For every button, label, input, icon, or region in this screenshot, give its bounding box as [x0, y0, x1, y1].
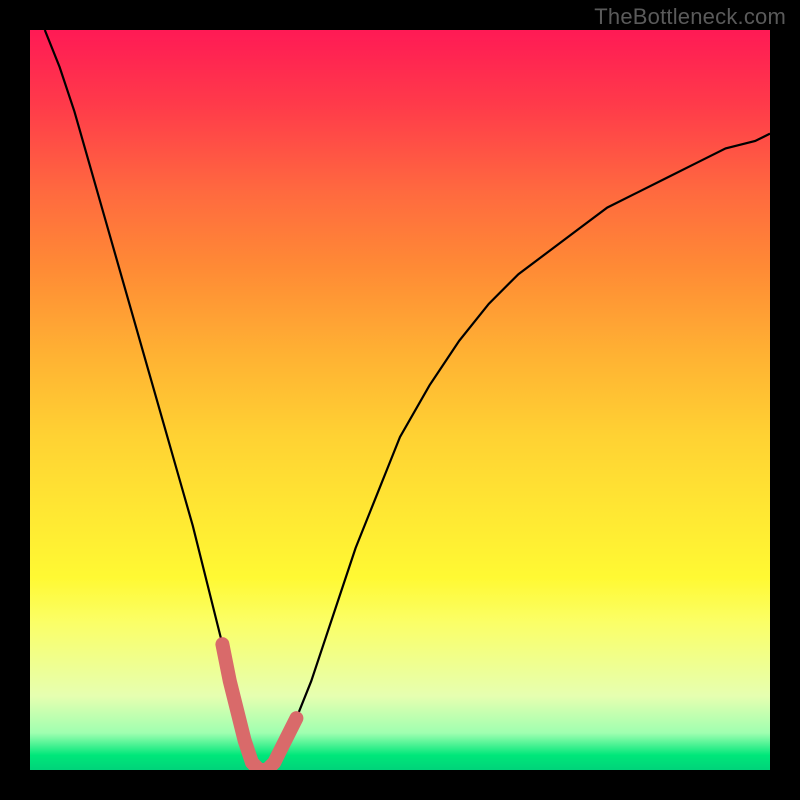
plot-area	[30, 30, 770, 770]
chart-stage: TheBottleneck.com	[0, 0, 800, 800]
watermark-text: TheBottleneck.com	[594, 4, 786, 30]
curve-layer	[30, 30, 770, 770]
bottleneck-curve	[45, 30, 770, 770]
highlight-segment	[222, 644, 296, 770]
